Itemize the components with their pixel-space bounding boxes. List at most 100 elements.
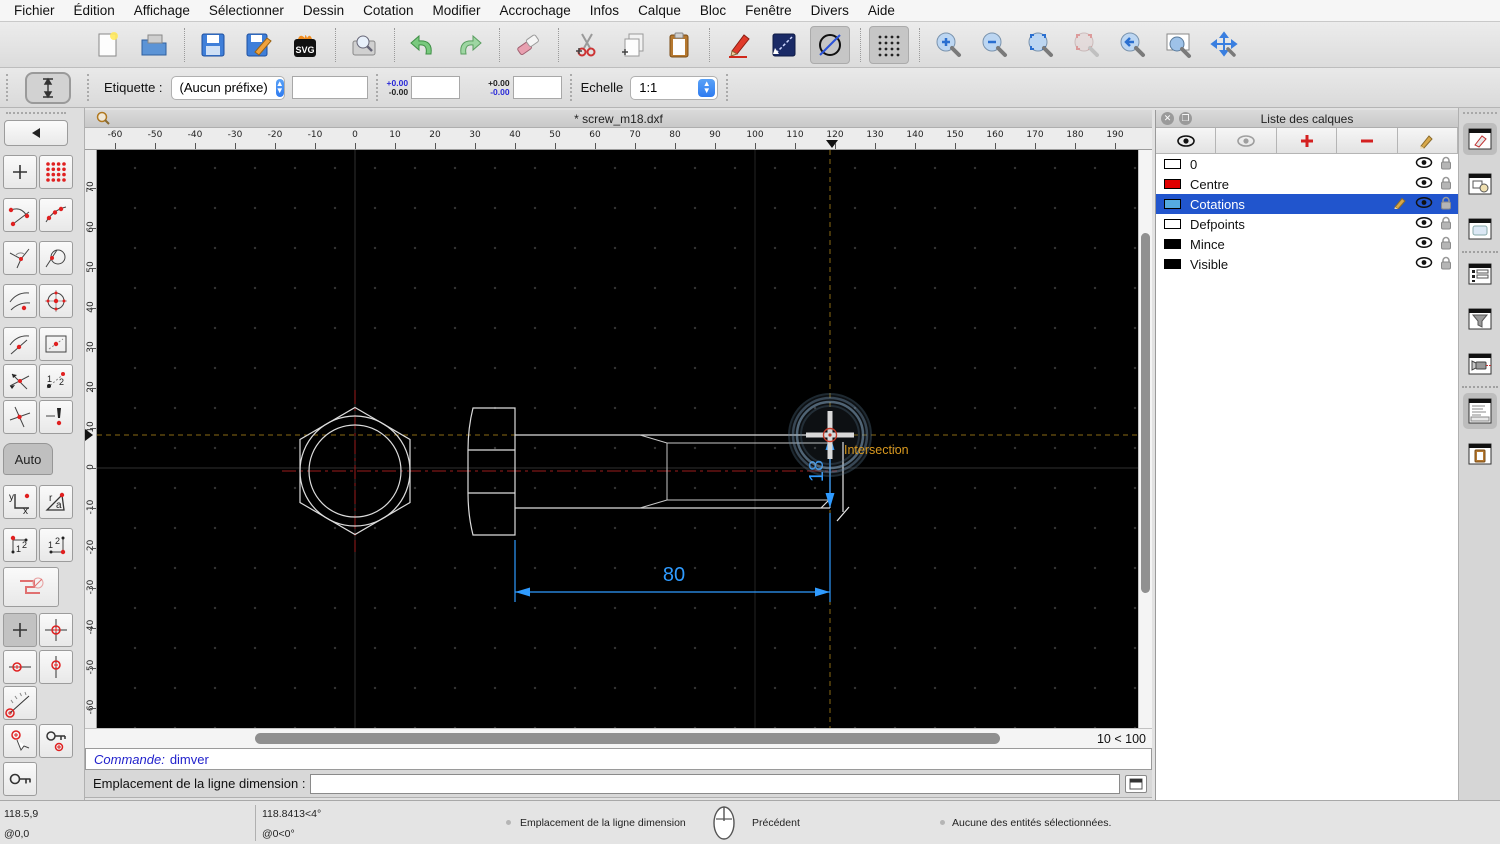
zoom-auto-button[interactable]	[1020, 26, 1060, 64]
dimension-text-input[interactable]	[291, 76, 368, 99]
dock-clipboard-button[interactable]	[1463, 438, 1497, 470]
circle-tool-button[interactable]	[810, 25, 850, 64]
restrict-vertical-button[interactable]	[39, 650, 73, 684]
layer-lock-icon[interactable]	[1440, 236, 1452, 253]
layer-color-swatch[interactable]	[1164, 219, 1181, 229]
save-button[interactable]	[193, 26, 233, 64]
dock-entity-list-button[interactable]	[1463, 258, 1497, 290]
dock-layer-list-button[interactable]	[1463, 123, 1497, 155]
prefix-select[interactable]: (Aucun préfixe) ▲ ▼	[170, 75, 285, 100]
restrict-off-button[interactable]	[3, 613, 37, 647]
zoom-back-button[interactable]	[1112, 26, 1152, 64]
dock-pen-toolbar-button[interactable]	[1463, 348, 1497, 380]
angle-gauge-button[interactable]	[3, 686, 37, 720]
snap-middle-button[interactable]	[3, 327, 37, 361]
paste-button[interactable]	[659, 26, 699, 64]
menu-fichier[interactable]: Fichier	[14, 3, 55, 18]
layer-color-swatch[interactable]	[1164, 239, 1181, 249]
command-window-toggle-button[interactable]	[1125, 774, 1147, 793]
menu-calque[interactable]: Calque	[638, 3, 681, 18]
layer-visibility-eye-icon[interactable]	[1415, 156, 1433, 172]
redo-button[interactable]	[449, 26, 489, 64]
layer-color-swatch[interactable]	[1164, 259, 1181, 269]
zoom-out-button[interactable]	[974, 26, 1014, 64]
layer-lock-icon[interactable]	[1440, 176, 1452, 193]
vertical-dimension-tool-button[interactable]	[25, 71, 71, 104]
layer-lock-icon[interactable]	[1440, 216, 1452, 233]
snap-endpoints-button[interactable]	[3, 198, 37, 232]
snap-grid-button[interactable]	[39, 155, 73, 189]
corner-snap-2-button[interactable]: 12	[39, 528, 73, 562]
menu-affichage[interactable]: Affichage	[134, 3, 190, 18]
detach-panel-icon[interactable]: ❐	[1179, 112, 1192, 125]
menu-selectionner[interactable]: Sélectionner	[209, 3, 284, 18]
snap-distance-button[interactable]: 12	[39, 364, 73, 398]
snap-on-entity-button[interactable]	[39, 198, 73, 232]
layer-visibility-eye-icon[interactable]	[1415, 236, 1433, 252]
snap-nearest-button[interactable]	[3, 284, 37, 318]
tolerance2-input[interactable]	[512, 76, 562, 99]
menu-edition[interactable]: Édition	[74, 3, 115, 18]
command-prompt-input[interactable]	[310, 773, 1120, 794]
menu-modifier[interactable]: Modifier	[432, 3, 480, 18]
layer-visibility-eye-icon[interactable]	[1415, 256, 1433, 272]
dock-command-line-button[interactable]	[1463, 393, 1497, 429]
snap-center-button[interactable]	[39, 284, 73, 318]
snap-auto-button[interactable]: Auto	[3, 443, 53, 475]
drawing-canvas[interactable]: 80 18	[97, 150, 1138, 728]
snap-intersection-manual-button[interactable]	[39, 400, 73, 434]
layer-visibility-eye-icon[interactable]	[1415, 196, 1433, 212]
dock-selection-filter-button[interactable]	[1463, 303, 1497, 335]
layer-color-swatch[interactable]	[1164, 199, 1181, 209]
layer-visibility-eye-icon[interactable]	[1415, 216, 1433, 232]
zoom-window-button[interactable]	[1158, 26, 1198, 64]
zoom-pan-button[interactable]	[1204, 26, 1244, 64]
restrict-nothing-button[interactable]	[3, 567, 59, 607]
menu-bloc[interactable]: Bloc	[700, 3, 726, 18]
cut-button[interactable]	[567, 26, 607, 64]
layer-row-mince[interactable]: Mince	[1156, 234, 1458, 254]
back-button[interactable]	[4, 120, 68, 146]
copy-button[interactable]	[613, 26, 653, 64]
coordinate-cartesian-button[interactable]: yx	[3, 485, 37, 519]
snap-auto-intersection-button[interactable]	[3, 364, 37, 398]
layer-row-visible[interactable]: Visible	[1156, 254, 1458, 274]
layer-row-defpoints[interactable]: Defpoints	[1156, 214, 1458, 234]
print-preview-button[interactable]	[344, 26, 384, 64]
grid-toggle-button[interactable]	[869, 25, 909, 64]
hide-all-layers-button[interactable]	[1216, 128, 1277, 153]
zoom-previous-button[interactable]	[1066, 26, 1106, 64]
layer-color-swatch[interactable]	[1164, 159, 1181, 169]
line-tool-button[interactable]	[764, 26, 804, 64]
zoom-in-button[interactable]	[928, 26, 968, 64]
undo-button[interactable]	[403, 26, 443, 64]
layer-row-0[interactable]: 0	[1156, 154, 1458, 174]
layer-color-swatch[interactable]	[1164, 179, 1181, 189]
menu-accrochage[interactable]: Accrochage	[499, 3, 570, 18]
add-layer-button[interactable]	[1276, 128, 1338, 153]
vertical-scrollbar-thumb[interactable]	[1141, 233, 1150, 593]
snap-intersection-button[interactable]	[3, 400, 37, 434]
restrict-horizontal-button[interactable]	[3, 650, 37, 684]
snap-perpendicular-button[interactable]	[3, 241, 37, 275]
menu-aide[interactable]: Aide	[868, 3, 895, 18]
svg-export-button[interactable]: SVG	[285, 26, 325, 64]
remove-layer-button[interactable]	[1337, 128, 1398, 153]
layer-lock-icon[interactable]	[1440, 256, 1452, 273]
draw-pencil-button[interactable]	[718, 26, 758, 64]
edit-layer-button[interactable]	[1397, 128, 1459, 153]
menu-dessin[interactable]: Dessin	[303, 3, 344, 18]
restrict-orthogonal-button[interactable]	[39, 613, 73, 647]
layer-lock-icon[interactable]	[1440, 156, 1452, 173]
dimension-80[interactable]: 80	[514, 513, 831, 602]
close-panel-icon[interactable]: ✕	[1161, 112, 1174, 125]
coordinate-polar-button[interactable]: ra	[39, 485, 73, 519]
document-titlebar[interactable]: * screw_m18.dxf	[85, 110, 1152, 128]
layer-visibility-eye-icon[interactable]	[1415, 176, 1433, 192]
set-relative-zero-button[interactable]	[3, 724, 37, 758]
delete-eraser-button[interactable]	[508, 26, 548, 64]
snap-reference-button[interactable]	[39, 327, 73, 361]
menu-divers[interactable]: Divers	[811, 3, 849, 18]
layer-row-centre[interactable]: Centre	[1156, 174, 1458, 194]
dock-library-browser-button[interactable]	[1463, 213, 1497, 245]
